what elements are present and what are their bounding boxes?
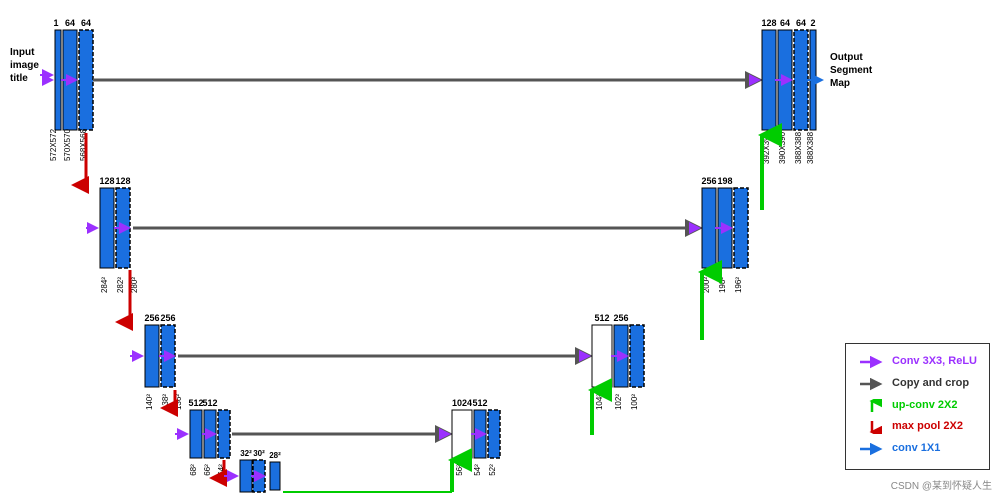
svg-text:64: 64 [796, 18, 806, 28]
svg-text:282²: 282² [116, 277, 125, 293]
svg-text:570X570: 570X570 [63, 128, 72, 161]
svg-text:138²: 138² [161, 394, 170, 410]
legend-item-conv1x1: conv 1X1 [858, 439, 977, 459]
upconv-arrow-icon [858, 399, 886, 413]
svg-text:56²: 56² [455, 464, 464, 476]
svg-text:100²: 100² [630, 394, 639, 410]
svg-text:388X388: 388X388 [794, 131, 803, 164]
svg-text:30²: 30² [253, 449, 265, 458]
svg-text:198: 198 [717, 176, 732, 186]
svg-text:128: 128 [115, 176, 130, 186]
svg-text:136²: 136² [174, 394, 183, 410]
svg-text:512: 512 [202, 398, 217, 408]
svg-text:Output: Output [830, 52, 863, 63]
maxpool-arrow-icon [858, 420, 886, 434]
legend-item-maxpool: max pool 2X2 [858, 417, 977, 437]
legend-item-upconv: up-conv 2X2 [858, 396, 977, 416]
legend-item-conv: Conv 3X3, ReLU [858, 352, 977, 372]
svg-text:390X390: 390X390 [778, 131, 787, 164]
svg-text:196²: 196² [734, 277, 743, 293]
svg-text:198²: 198² [718, 277, 727, 293]
legend-conv-label: Conv 3X3, ReLU [892, 352, 977, 372]
svg-text:28²: 28² [269, 451, 281, 460]
svg-text:128: 128 [761, 18, 776, 28]
svg-text:Map: Map [830, 78, 850, 89]
svg-text:image: image [10, 60, 39, 71]
svg-text:title: title [10, 73, 28, 84]
svg-text:512: 512 [188, 398, 203, 408]
svg-text:128: 128 [99, 176, 114, 186]
legend-conv1x1-label: conv 1X1 [892, 439, 940, 459]
legend: Conv 3X3, ReLU Copy and crop [845, 343, 990, 470]
svg-text:102²: 102² [614, 394, 623, 410]
svg-text:54²: 54² [473, 464, 482, 476]
svg-text:64: 64 [81, 18, 91, 28]
svg-text:256: 256 [144, 313, 159, 323]
svg-text:256: 256 [701, 176, 716, 186]
svg-text:68²: 68² [189, 464, 198, 476]
svg-text:284²: 284² [100, 277, 109, 293]
legend-item-copy: Copy and crop [858, 374, 977, 394]
legend-copy-label: Copy and crop [892, 374, 969, 394]
svg-text:512: 512 [594, 313, 609, 323]
svg-text:572X572: 572X572 [49, 128, 58, 161]
copy-arrow-icon [858, 377, 886, 391]
watermark: CSDN @某到怀疑人生 [891, 477, 992, 492]
svg-text:388X388: 388X388 [806, 131, 815, 164]
svg-text:200²: 200² [702, 277, 711, 293]
svg-text:256: 256 [613, 313, 628, 323]
legend-upconv-label: up-conv 2X2 [892, 396, 957, 416]
svg-text:1: 1 [53, 18, 58, 28]
svg-text:1024: 1024 [452, 398, 472, 408]
svg-text:Segment: Segment [830, 65, 873, 76]
svg-text:104²: 104² [595, 394, 604, 410]
svg-text:568X568: 568X568 [79, 128, 88, 161]
svg-text:32²: 32² [240, 449, 252, 458]
conv-arrow-icon [858, 355, 886, 369]
conv1x1-arrow-icon [858, 442, 886, 456]
svg-text:256: 256 [160, 313, 175, 323]
svg-text:140²: 140² [145, 394, 154, 410]
legend-maxpool-label: max pool 2X2 [892, 417, 963, 437]
diagram-container: 1 64 64 572X572 570X570 568X568 [0, 0, 1000, 500]
svg-text:66²: 66² [203, 464, 212, 476]
svg-text:64²: 64² [217, 464, 226, 476]
svg-text:280²: 280² [130, 277, 139, 293]
svg-text:Input: Input [10, 47, 35, 58]
svg-text:392X392: 392X392 [762, 131, 771, 164]
svg-text:64: 64 [65, 18, 75, 28]
svg-text:52²: 52² [488, 464, 497, 476]
svg-text:2: 2 [810, 18, 815, 28]
svg-text:512: 512 [472, 398, 487, 408]
svg-text:64: 64 [780, 18, 790, 28]
